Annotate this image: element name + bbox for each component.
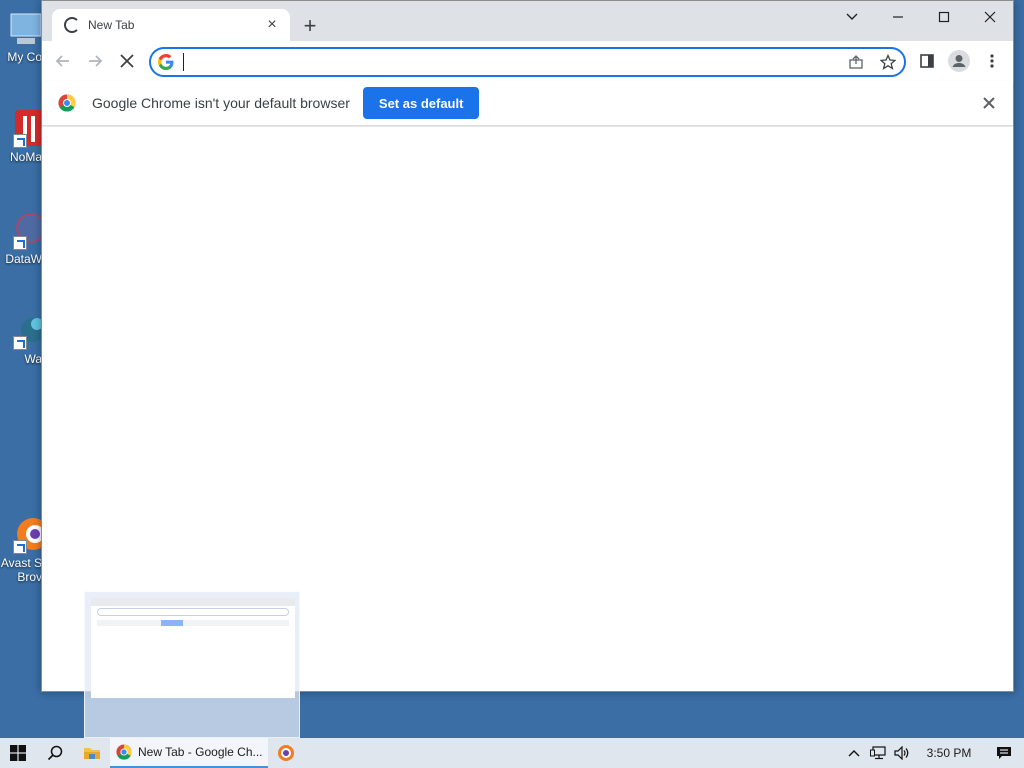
more-vert-icon: [990, 54, 994, 68]
chrome-logo-icon: [116, 744, 132, 760]
taskbar-search-button[interactable]: [36, 738, 74, 768]
volume-button[interactable]: [890, 746, 914, 760]
taskbar-clock[interactable]: 3:50 PM: [914, 746, 984, 760]
app-icon: [1, 310, 45, 350]
show-hidden-icons-button[interactable]: [842, 749, 866, 757]
minimize-icon: [893, 16, 903, 18]
shortcut-arrow-icon: [13, 236, 27, 250]
forward-button[interactable]: [79, 45, 111, 77]
loading-spinner-icon: [64, 17, 80, 33]
desktop-icon-label: My Co: [7, 50, 42, 64]
nomachine-icon: [1, 108, 43, 148]
datawave-icon: [1, 210, 46, 250]
back-button[interactable]: [47, 45, 79, 77]
folder-icon: [84, 748, 100, 759]
stop-loading-button[interactable]: [111, 45, 143, 77]
side-panel-icon: [920, 54, 934, 68]
minimize-button[interactable]: [875, 1, 921, 33]
computer-icon: [1, 8, 42, 48]
tab-close-button[interactable]: ×: [264, 17, 280, 33]
star-icon: [880, 54, 896, 70]
desktop-icon-label: Wa: [24, 352, 42, 366]
avatar-icon: [948, 50, 970, 72]
chevron-up-icon: [848, 750, 860, 757]
desktop-icon-avast-browser[interactable]: Avast S Brov: [0, 514, 49, 584]
infobar-message: Google Chrome isn't your default browser: [92, 95, 350, 111]
chrome-logo-icon: [58, 94, 76, 112]
start-button[interactable]: [0, 738, 36, 768]
set-as-default-button[interactable]: Set as default: [362, 87, 480, 119]
close-icon: [983, 97, 995, 109]
preview-thumbnail: [91, 598, 295, 698]
taskbar-chrome-item[interactable]: New Tab - Google Ch...: [110, 738, 268, 768]
close-window-button[interactable]: [967, 1, 1013, 33]
action-center-button[interactable]: [984, 746, 1024, 760]
desktop-icon-my-computer[interactable]: My Co: [0, 8, 42, 64]
desktop-icon-nomachine[interactable]: NoMa: [0, 108, 43, 164]
desktop-icon-label: Brov: [17, 570, 42, 584]
tab-new-tab[interactable]: New Tab ×: [52, 9, 290, 41]
system-tray: 3:50 PM: [842, 738, 1024, 768]
network-icon: [870, 746, 886, 760]
google-g-icon: [151, 54, 181, 70]
arrow-left-icon: [55, 55, 69, 67]
notification-icon: [997, 747, 1011, 759]
maximize-button[interactable]: [921, 1, 967, 33]
new-tab-button[interactable]: +: [298, 15, 322, 39]
shortcut-arrow-icon: [13, 336, 27, 350]
desktop-icon-datawave[interactable]: DataW: [0, 210, 46, 266]
desktop-icon-label: DataW: [5, 252, 42, 266]
menu-button[interactable]: [976, 45, 1008, 77]
avast-browser-icon: [1, 514, 49, 554]
taskbar-avast-browser[interactable]: [268, 738, 304, 768]
windows-logo-icon: [10, 745, 26, 761]
desktop-icon-label: Avast S: [0, 556, 42, 570]
taskbar-chrome-label: New Tab - Google Ch...: [138, 745, 263, 759]
arrow-right-icon: [89, 55, 103, 67]
chevron-down-icon: [846, 13, 858, 20]
avast-browser-icon: [278, 745, 294, 761]
tab-search-button[interactable]: [829, 1, 875, 33]
shortcut-arrow-icon: [13, 540, 27, 554]
default-browser-infobar: Google Chrome isn't your default browser…: [42, 81, 1013, 126]
taskbar-file-explorer[interactable]: [74, 738, 110, 768]
speaker-icon: [894, 746, 909, 760]
bookmark-button[interactable]: [872, 54, 904, 70]
chrome-window: New Tab × + Google Chrome isn't your def…: [41, 0, 1014, 692]
tab-strip: New Tab × +: [42, 1, 1013, 41]
share-icon: [849, 55, 863, 69]
network-button[interactable]: [866, 746, 890, 760]
desktop-icon-wa[interactable]: Wa: [0, 310, 45, 366]
search-icon: [47, 745, 63, 761]
desktop-icon-label: NoMa: [9, 150, 42, 164]
taskbar-window-preview[interactable]: [84, 591, 300, 738]
profile-button[interactable]: [943, 45, 975, 77]
side-panel-button[interactable]: [911, 45, 943, 77]
tab-title: New Tab: [88, 18, 135, 32]
shortcut-arrow-icon: [13, 134, 27, 148]
share-button[interactable]: [840, 54, 872, 70]
close-icon: [120, 54, 134, 68]
browser-toolbar: [42, 41, 1013, 81]
infobar-close-button[interactable]: [981, 95, 997, 111]
omnibox-input[interactable]: [184, 54, 840, 70]
close-icon: [984, 11, 996, 23]
address-bar[interactable]: [149, 47, 906, 77]
taskbar: New Tab - Google Ch... 3:50 PM: [0, 738, 1024, 768]
maximize-icon: [938, 11, 950, 23]
